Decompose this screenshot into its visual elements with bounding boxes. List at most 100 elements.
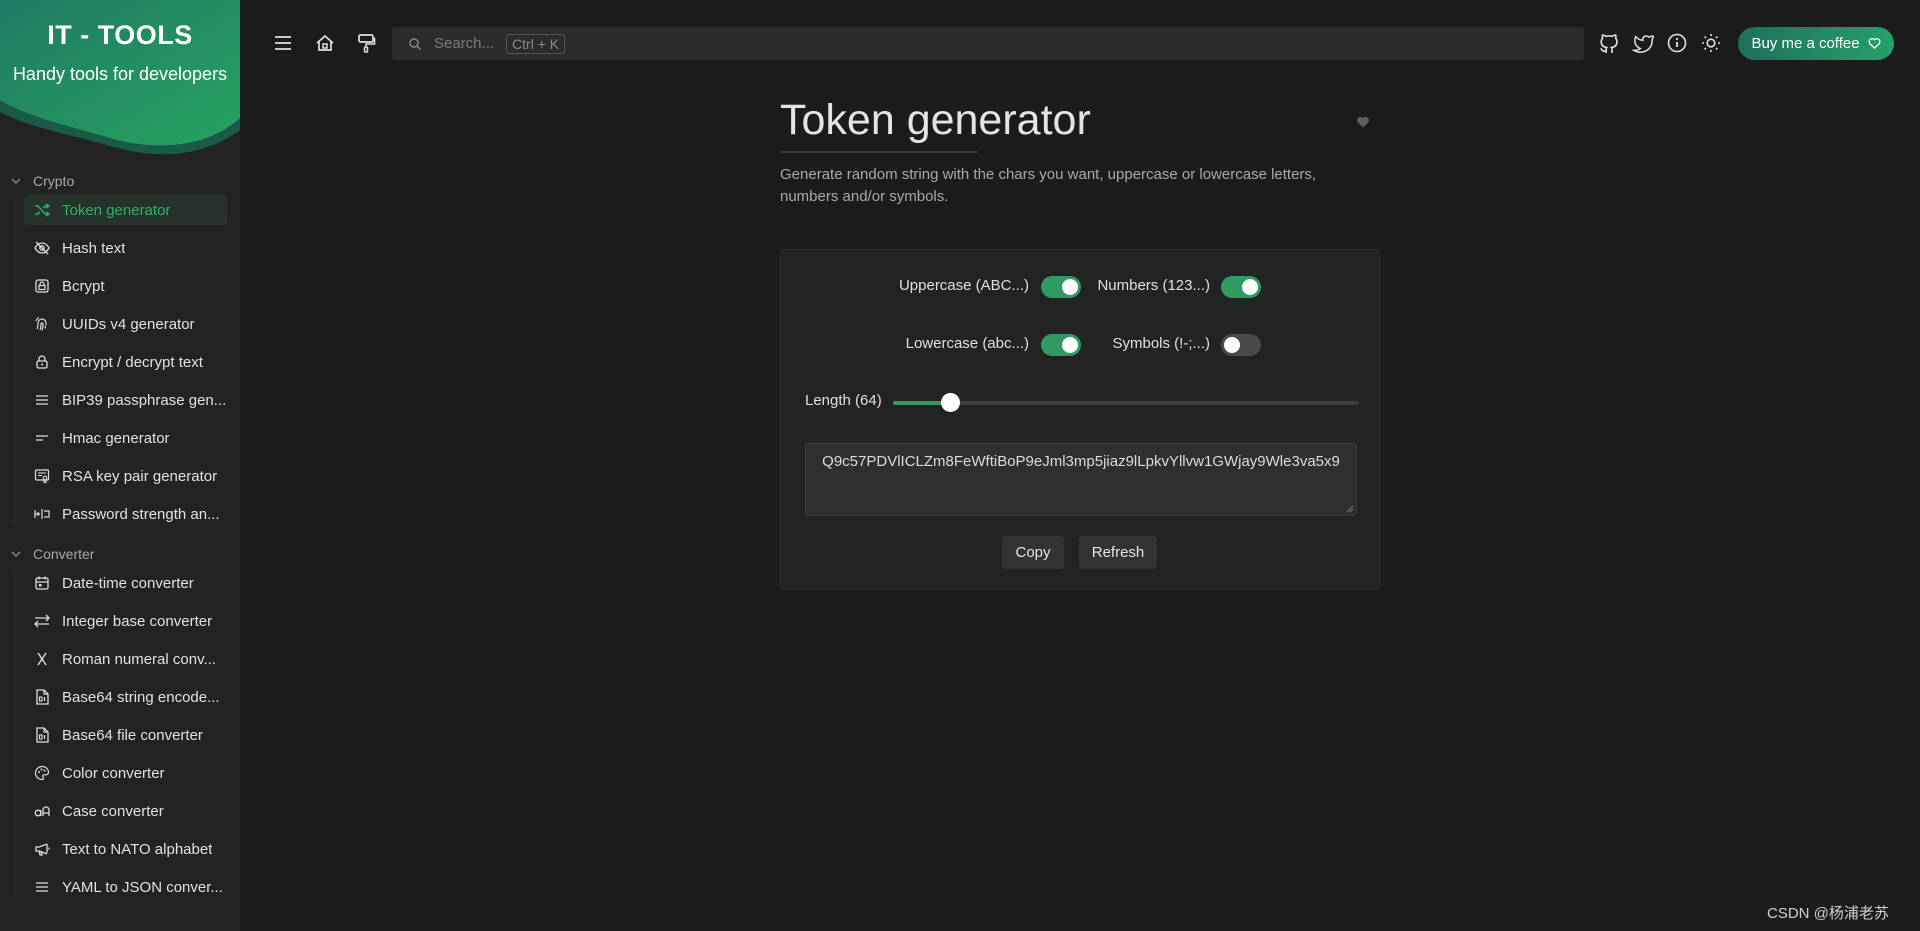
sidebar-item-label: Token generator <box>62 201 171 219</box>
sidebar-item-rsa-key-pair[interactable]: RSA key pair generator <box>24 461 227 491</box>
nav-section-converter: Converter Date-time converter Integer ba… <box>0 543 240 902</box>
sidebar-item-label: Color converter <box>62 764 165 782</box>
toggle-knob <box>1242 279 1258 295</box>
shuffle-icon <box>35 203 51 217</box>
refresh-button[interactable]: Refresh <box>1079 536 1157 569</box>
sidebar-item-label: YAML to JSON conver... <box>62 878 223 896</box>
lines-icon <box>36 395 48 405</box>
toggle-knob <box>1224 337 1240 353</box>
title-underline <box>780 151 978 153</box>
buy-me-a-coffee-button[interactable]: Buy me a coffee <box>1738 27 1894 60</box>
sidebar-item-label: Text to NATO alphabet <box>62 840 213 858</box>
sidebar-item-color-converter[interactable]: Color converter <box>24 758 227 788</box>
search-shortcut-badge: Ctrl + K <box>506 33 566 54</box>
search-bar[interactable]: Search... Ctrl + K <box>392 27 1584 60</box>
file-digit-icon <box>36 689 49 705</box>
sidebar-item-label: Hmac generator <box>62 429 170 447</box>
twitter-icon <box>1632 35 1654 53</box>
search-placeholder: Search... <box>434 35 495 52</box>
numbers-label: Numbers (123...) <box>1097 277 1210 294</box>
letter-x-icon <box>37 652 47 666</box>
sidebar-item-hmac-generator[interactable]: Hmac generator <box>24 423 227 453</box>
slider-thumb[interactable] <box>941 393 961 412</box>
eye-off-icon <box>34 241 50 255</box>
copy-label: Copy <box>1015 544 1051 561</box>
home-button[interactable] <box>309 27 341 59</box>
sidebar-item-case-converter[interactable]: Case converter <box>24 796 227 826</box>
sidebar-item-label: Encrypt / decrypt text <box>62 353 203 371</box>
brand-subtitle: Handy tools for developers <box>12 64 228 84</box>
lowercase-label: Lowercase (abc...) <box>905 335 1029 352</box>
section-title: Converter <box>33 546 95 562</box>
sidebar-item-bcrypt[interactable]: Bcrypt <box>24 271 227 301</box>
sidebar-item-date-time-converter[interactable]: Date-time converter <box>24 568 227 598</box>
home-icon <box>316 34 334 51</box>
sidebar-item-label: Base64 file converter <box>62 726 203 744</box>
section-toggle-crypto[interactable]: Crypto <box>0 170 240 192</box>
ui-lib-button[interactable] <box>350 27 382 59</box>
refresh-label: Refresh <box>1091 544 1145 561</box>
sidebar-item-label: Integer base converter <box>62 612 213 630</box>
uppercase-toggle[interactable] <box>1041 276 1081 298</box>
palette-icon <box>34 765 50 781</box>
sidebar-item-label: Date-time converter <box>62 574 194 592</box>
sidebar-item-integer-base-converter[interactable]: Integer base converter <box>24 606 227 636</box>
lock-square-icon <box>35 279 49 293</box>
menu-toggle-button[interactable] <box>267 27 299 59</box>
sidebar-item-base64-file[interactable]: Base64 file converter <box>24 720 227 750</box>
sidebar-item-label: RSA key pair generator <box>62 467 218 485</box>
lowercase-toggle[interactable] <box>1041 334 1081 356</box>
sidebar-item-yaml-to-json[interactable]: YAML to JSON conver... <box>24 872 227 902</box>
uppercase-label: Uppercase (ABC...) <box>898 277 1029 294</box>
short-lines-icon <box>36 435 48 441</box>
twitter-link[interactable] <box>1627 27 1659 59</box>
sidebar-item-roman-numeral[interactable]: Roman numeral conv... <box>24 644 227 674</box>
favorite-heart-icon[interactable] <box>1356 115 1370 129</box>
toggle-knob <box>1062 337 1078 353</box>
sidebar-item-uuids-generator[interactable]: UUIDs v4 generator <box>24 309 227 339</box>
brand-title: IT - TOOLS <box>47 20 193 50</box>
copy-button[interactable]: Copy <box>1002 536 1064 569</box>
sidebar-item-label: Password strength an... <box>62 505 220 523</box>
calendar-icon <box>35 576 49 590</box>
top-header: Search... Ctrl + K Buy me a coffee <box>240 0 1920 86</box>
sidebar-item-label: Hash text <box>62 239 126 257</box>
token-output-textarea[interactable]: Q9c57PDVlICLZm8FeWftiBoP9eJml3mp5jiaz9lL… <box>805 443 1357 516</box>
github-icon <box>1600 34 1618 53</box>
numbers-toggle[interactable] <box>1221 276 1261 298</box>
fingerprint-icon <box>35 316 47 331</box>
sidebar-item-label: Case converter <box>62 802 164 820</box>
letter-case-icon <box>34 806 50 817</box>
github-link[interactable] <box>1593 27 1625 59</box>
length-slider[interactable] <box>893 393 1359 412</box>
sidebar: IT - TOOLS Handy tools for developers Cr… <box>0 0 240 931</box>
about-button[interactable] <box>1661 27 1693 59</box>
watermark-text: CSDN @杨浦老苏 <box>1767 905 1889 922</box>
nav-list-crypto: Token generator Hash text Bcrypt UUIDs v… <box>0 195 240 529</box>
sidebar-item-token-generator[interactable]: Token generator <box>24 195 227 225</box>
page-description: Generate random string with the chars yo… <box>780 166 1317 205</box>
symbols-toggle[interactable] <box>1221 334 1261 356</box>
sidebar-item-label: Roman numeral conv... <box>62 650 216 668</box>
length-label: Length (64) <box>805 392 882 409</box>
brand-banner[interactable]: IT - TOOLS Handy tools for developers <box>0 0 240 158</box>
app: IT - TOOLS Handy tools for developers Cr… <box>0 0 1920 931</box>
lock-icon <box>36 355 48 369</box>
section-toggle-converter[interactable]: Converter <box>0 543 240 565</box>
info-circle-icon <box>1667 33 1687 53</box>
token-generator-card: Uppercase (ABC...) Numbers (123...) Lowe… <box>780 249 1380 590</box>
sidebar-item-hash-text[interactable]: Hash text <box>24 233 227 263</box>
symbols-label: Symbols (!-;...) <box>1112 335 1210 352</box>
sun-icon <box>1702 34 1720 52</box>
sidebar-item-password-strength[interactable]: Password strength an... <box>24 499 227 529</box>
sidebar-item-nato-alphabet[interactable]: Text to NATO alphabet <box>24 834 227 864</box>
resize-grip-icon[interactable] <box>1346 505 1354 513</box>
sidebar-item-base64-string[interactable]: Base64 string encode... <box>24 682 227 712</box>
sidebar-item-encrypt-decrypt[interactable]: Encrypt / decrypt text <box>24 347 227 377</box>
sidebar-item-label: BIP39 passphrase gen... <box>62 391 227 409</box>
sidebar-item-bip39[interactable]: BIP39 passphrase gen... <box>24 385 227 415</box>
arrows-left-right-icon <box>34 614 50 628</box>
brush-icon <box>358 34 376 53</box>
theme-toggle-button[interactable] <box>1695 27 1727 59</box>
nav-section-crypto: Crypto Token generator Hash text Bcrypt <box>0 170 240 529</box>
